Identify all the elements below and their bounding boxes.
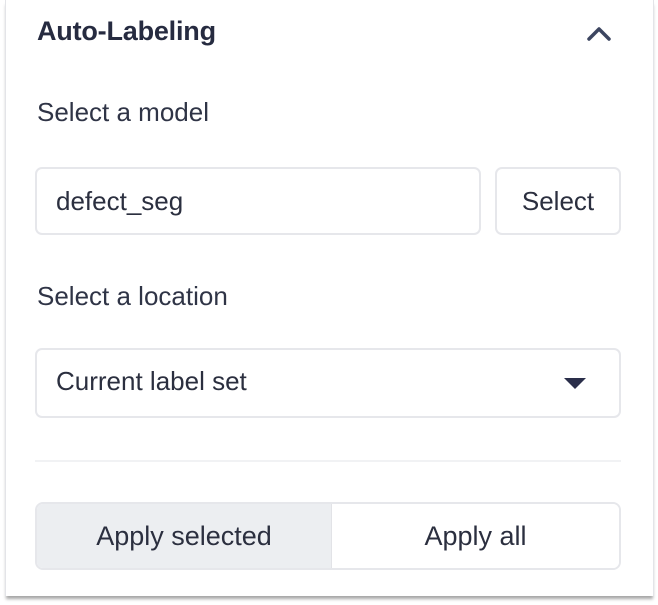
apply-segmented-control: Apply selected Apply all bbox=[35, 502, 621, 570]
chevron-up-icon[interactable] bbox=[584, 24, 614, 44]
model-label: Select a model bbox=[37, 97, 209, 127]
location-label: Select a location bbox=[37, 281, 228, 311]
location-dropdown[interactable]: Current label set bbox=[35, 348, 621, 418]
apply-selected-button[interactable]: Apply selected bbox=[37, 504, 332, 568]
caret-down-icon bbox=[564, 378, 586, 389]
select-model-button[interactable]: Select bbox=[495, 167, 621, 235]
model-input[interactable]: defect_seg bbox=[35, 167, 481, 235]
auto-labeling-panel: Auto-Labeling Select a model defect_seg … bbox=[5, 0, 654, 596]
apply-all-button[interactable]: Apply all bbox=[332, 504, 619, 568]
location-selected-value: Current label set bbox=[56, 366, 247, 396]
divider bbox=[35, 460, 621, 462]
panel-title: Auto-Labeling bbox=[37, 16, 216, 46]
